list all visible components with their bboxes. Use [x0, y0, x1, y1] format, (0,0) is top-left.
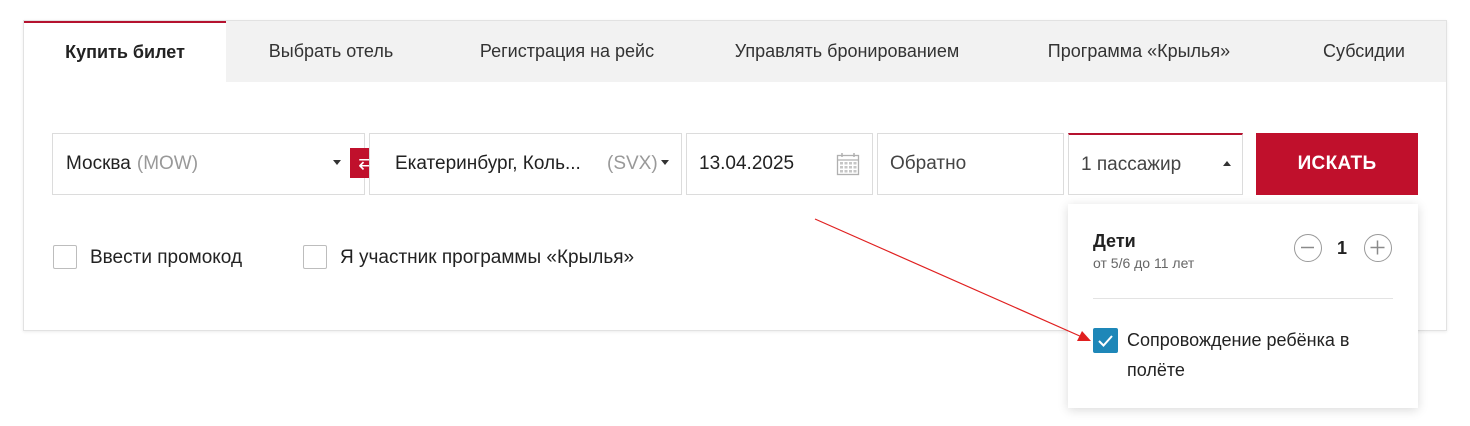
tab-wings-program[interactable]: Программа «Крылья»	[996, 21, 1282, 82]
origin-field[interactable]: Москва (MOW)	[52, 133, 365, 195]
departure-date-field[interactable]: 13.04.2025	[686, 133, 873, 195]
tab-bar: Купить билет Выбрать отель Регистрация н…	[24, 21, 1446, 82]
calendar-icon[interactable]	[836, 152, 860, 176]
origin-city: Москва	[66, 153, 131, 174]
passengers-value: 1 пассажир	[1081, 153, 1182, 175]
search-button[interactable]: ИСКАТЬ	[1256, 133, 1418, 195]
children-count: 1	[1336, 238, 1347, 258]
tab-subsidies[interactable]: Субсидии	[1282, 21, 1446, 82]
increase-children-button[interactable]	[1364, 234, 1392, 262]
passengers-caret-up-icon[interactable]	[1223, 161, 1231, 166]
passengers-field[interactable]: 1 пассажир	[1068, 133, 1243, 195]
destination-dropdown-caret-icon[interactable]	[661, 160, 669, 165]
promo-checkbox[interactable]	[53, 245, 77, 269]
origin-dropdown-caret-icon[interactable]	[333, 160, 341, 165]
destination-code: (SVX)	[607, 153, 658, 174]
return-date-placeholder: Обратно	[890, 153, 967, 174]
children-category-subtitle: от 5/6 до 11 лет	[1093, 255, 1195, 271]
dropdown-divider	[1093, 298, 1393, 299]
promo-label: Ввести промокод	[90, 247, 243, 268]
child-escort-label-line2: полёте	[1127, 360, 1185, 380]
return-date-field[interactable]: Обратно	[877, 133, 1064, 195]
wings-member-label: Я участник программы «Крылья»	[340, 247, 635, 268]
tab-manage-booking[interactable]: Управлять бронированием	[698, 21, 996, 82]
departure-date-value: 13.04.2025	[699, 153, 795, 174]
tab-check-in[interactable]: Регистрация на рейс	[436, 21, 698, 82]
passengers-dropdown: Дети от 5/6 до 11 лет 1 Сопровождение ре…	[1068, 204, 1418, 408]
plus-icon	[1370, 240, 1385, 255]
origin-code: (MOW)	[136, 153, 199, 174]
checkmark-icon	[1098, 335, 1113, 347]
destination-field[interactable]: Екатеринбург, Коль... (SVX)	[369, 133, 682, 195]
minus-icon	[1301, 246, 1314, 249]
tab-buy-ticket[interactable]: Купить билет	[24, 21, 226, 82]
child-escort-checkbox[interactable]	[1093, 328, 1118, 353]
wings-member-checkbox[interactable]	[303, 245, 327, 269]
child-escort-label-line1: Сопровождение ребёнка в	[1127, 330, 1350, 350]
destination-city: Екатеринбург, Коль...	[395, 153, 581, 174]
children-category-title: Дети	[1093, 231, 1136, 251]
tab-choose-hotel[interactable]: Выбрать отель	[226, 21, 436, 82]
decrease-children-button[interactable]	[1294, 234, 1322, 262]
